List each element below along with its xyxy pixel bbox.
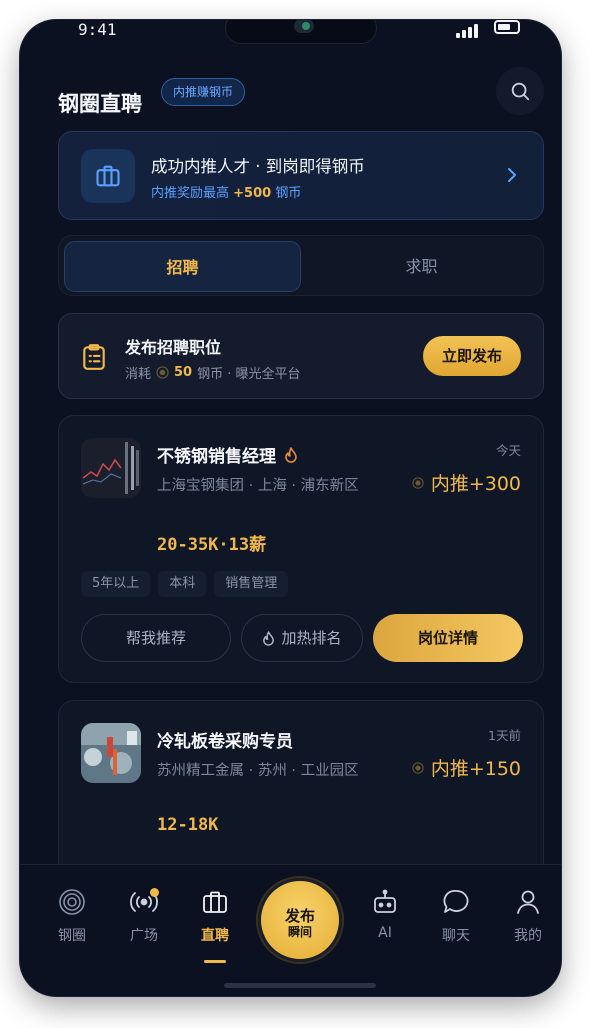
job-post-time: 今天	[495, 443, 521, 458]
home-indicator	[224, 983, 376, 988]
job-company-location: 上海宝钢集团 · 上海 · 浦东新区	[157, 478, 359, 494]
post-cost-suffix: 钢币 · 曝光全平台	[197, 367, 301, 382]
battery-icon	[494, 20, 520, 34]
job-salary: 12-18K	[157, 815, 219, 835]
job-salary: 20-35K·13薪	[157, 535, 267, 555]
job-thumbnail	[81, 438, 141, 498]
referral-banner[interactable]: 成功内推人才 · 到岗即得钢币 内推奖励最高 +500 钢币	[58, 131, 544, 220]
post-job-title: 发布招聘职位	[125, 338, 222, 357]
publish-fab-button[interactable]: 发布 瞬间	[258, 878, 342, 962]
chat-bubble-icon	[443, 890, 469, 913]
coin-icon	[412, 761, 424, 774]
phone-frame: 9:41 钢圈直聘 内推赚钢币 成功内推人才 · 到岗即得钢币 内推奖励最高 +…	[20, 20, 561, 996]
coin-icon	[412, 476, 424, 489]
tab-label: 直聘	[201, 928, 229, 944]
dynamic-island	[225, 20, 377, 44]
boost-ranking-label: 加热排名	[281, 629, 342, 647]
fab-label-line2: 瞬间	[287, 925, 312, 939]
tab-recruit[interactable]: 招聘	[64, 241, 301, 292]
banner-reward-amount: +500	[233, 186, 272, 201]
signal-icon	[456, 24, 478, 38]
post-job-subtitle: 消耗 50 钢币 · 曝光全平台	[125, 363, 301, 382]
notification-dot	[150, 888, 159, 897]
bottom-tab-bar: 钢圈 广场 直聘 发布 瞬间 AI 聊天 我的	[20, 864, 561, 996]
job-tag: 销售管理	[214, 571, 289, 597]
page-title: 钢圈直聘	[58, 92, 142, 116]
job-thumbnail	[81, 723, 141, 783]
tab-job-seek[interactable]: 求职	[303, 241, 540, 292]
camera-icon	[294, 20, 314, 33]
post-job-card: 发布招聘职位 消耗 50 钢币 · 曝光全平台 立即发布	[58, 313, 544, 399]
post-cost-amount: 50	[174, 365, 193, 380]
job-title: 不锈钢销售经理	[157, 442, 298, 467]
banner-sub-prefix: 内推奖励最高	[151, 186, 230, 201]
flame-icon	[263, 630, 275, 646]
referral-badge[interactable]: 内推赚钢币	[161, 78, 246, 106]
job-referral-reward: 内推+150	[412, 754, 521, 781]
chevron-right-icon	[505, 166, 519, 188]
briefcase-icon	[81, 149, 135, 203]
job-title-text: 冷轧板卷采购专员	[157, 732, 293, 752]
job-title-text: 不锈钢销售经理	[157, 447, 276, 467]
job-tags: 5年以上 本科 销售管理	[81, 571, 289, 597]
job-reward-text: 内推+150	[430, 758, 521, 780]
bot-icon	[374, 889, 396, 913]
boost-ranking-button[interactable]: 加热排名	[241, 614, 363, 662]
briefcase-icon	[203, 891, 227, 913]
flame-icon	[285, 446, 297, 463]
tab-label: 钢圈	[58, 928, 86, 944]
job-tag: 本科	[158, 571, 207, 597]
tab-label: 我的	[514, 928, 542, 944]
job-tag: 5年以上	[81, 571, 151, 597]
header: 钢圈直聘 内推赚钢币	[58, 67, 544, 126]
job-reward-text: 内推+300	[430, 473, 521, 495]
active-tab-indicator	[204, 960, 226, 963]
recruit-segment-control: 招聘 求职	[58, 235, 544, 296]
coin-icon	[156, 366, 169, 379]
job-actions: 帮我推荐 加热排名 岗位详情	[81, 614, 523, 662]
job-title: 冷轧板卷采购专员	[157, 727, 293, 752]
tab-label: 广场	[130, 928, 158, 944]
search-button[interactable]	[496, 67, 544, 115]
job-company-location: 苏州精工金属 · 苏州 · 工业园区	[157, 763, 359, 779]
job-post-time: 1天前	[488, 728, 521, 743]
rings-icon	[59, 889, 85, 915]
banner-sub-suffix: 钢币	[275, 186, 302, 201]
tab-label: AI	[378, 925, 392, 941]
job-card[interactable]: 不锈钢销售经理 上海宝钢集团 · 上海 · 浦东新区 20-35K·13薪 今天…	[58, 415, 544, 683]
status-bar: 9:41	[20, 20, 561, 50]
job-detail-button[interactable]: 岗位详情	[373, 614, 523, 662]
job-referral-reward: 内推+300	[412, 469, 521, 496]
search-icon	[511, 82, 530, 101]
banner-title: 成功内推人才 · 到岗即得钢币	[151, 157, 365, 176]
tab-label: 聊天	[442, 928, 470, 944]
post-cost-prefix: 消耗	[125, 367, 152, 382]
publish-now-button[interactable]: 立即发布	[423, 336, 521, 376]
banner-subtitle: 内推奖励最高 +500 钢币	[151, 182, 301, 201]
clipboard-icon	[81, 343, 107, 375]
recommend-me-button[interactable]: 帮我推荐	[81, 614, 231, 662]
status-time: 9:41	[78, 20, 117, 39]
user-icon	[517, 890, 539, 914]
